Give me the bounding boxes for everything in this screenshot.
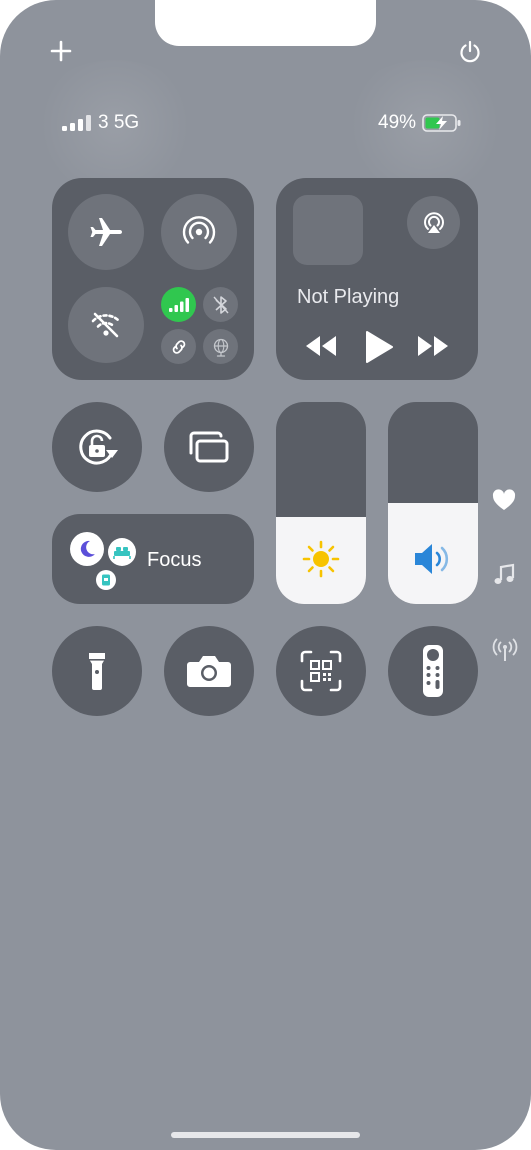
camera-icon: [187, 656, 231, 687]
airdrop-button[interactable]: [161, 194, 237, 270]
signal-bars-icon: [62, 115, 91, 131]
bluetooth-button[interactable]: [203, 287, 238, 322]
apple-tv-remote-button[interactable]: [388, 626, 478, 716]
flashlight-icon: [89, 653, 105, 690]
flashlight-button[interactable]: [52, 626, 142, 716]
sun-icon: [276, 540, 366, 578]
airdrop-icon: [182, 216, 216, 244]
airplay-icon: [423, 211, 444, 233]
qr-code-icon: [300, 650, 342, 692]
focus-label: Focus: [147, 549, 202, 571]
battery-charging-icon: [422, 114, 461, 132]
carrier-label: 3 5G: [98, 112, 140, 133]
play-button[interactable]: [364, 330, 394, 369]
battery-percent: 49%: [378, 112, 417, 133]
camera-button[interactable]: [164, 626, 254, 716]
screen-mirroring-icon: [189, 431, 229, 463]
hotspot-icon: [172, 339, 185, 354]
now-playing-status: Not Playing: [297, 286, 400, 308]
fast-forward-icon: [418, 336, 448, 356]
power-icon[interactable]: [458, 40, 482, 69]
bluetooth-icon: [212, 295, 229, 314]
globe-icon: [213, 338, 228, 357]
work-id-icon: [96, 570, 116, 590]
qr-scanner-button[interactable]: [276, 626, 366, 716]
rewind-button[interactable]: [304, 334, 338, 363]
wifi-button[interactable]: [68, 287, 144, 363]
speaker-icon: [388, 540, 478, 578]
rotation-lock-icon: [79, 429, 118, 465]
album-art: [293, 195, 363, 265]
cellular-icon: [168, 297, 189, 312]
rewind-icon: [306, 336, 336, 356]
apple-tv-remote-icon: [423, 645, 443, 697]
status-left: 3 5G: [62, 112, 139, 134]
wifi-off-icon: [91, 312, 121, 338]
brightness-slider[interactable]: [276, 402, 366, 604]
volume-slider[interactable]: [388, 402, 478, 604]
fast-forward-button[interactable]: [416, 334, 450, 363]
vpn-button[interactable]: [203, 329, 238, 364]
airplay-button[interactable]: [407, 196, 460, 249]
moon-icon: [70, 532, 104, 566]
plus-icon[interactable]: [50, 40, 72, 67]
cellular-button[interactable]: [161, 287, 196, 322]
bed-icon: [108, 538, 136, 566]
control-center: 3 5G 49% Not Playing Focus: [0, 0, 531, 1150]
screen-mirroring-button[interactable]: [164, 402, 254, 492]
music-note-icon[interactable]: [492, 563, 516, 592]
antenna-icon[interactable]: [492, 638, 518, 667]
heart-icon[interactable]: [492, 489, 516, 516]
airplane-mode-button[interactable]: [68, 194, 144, 270]
play-icon: [366, 331, 393, 363]
airplane-icon: [90, 218, 122, 246]
hotspot-button[interactable]: [161, 329, 196, 364]
status-right: 49%: [378, 112, 462, 134]
home-indicator[interactable]: [171, 1132, 360, 1138]
rotation-lock-button[interactable]: [52, 402, 142, 492]
notch: [155, 0, 376, 46]
